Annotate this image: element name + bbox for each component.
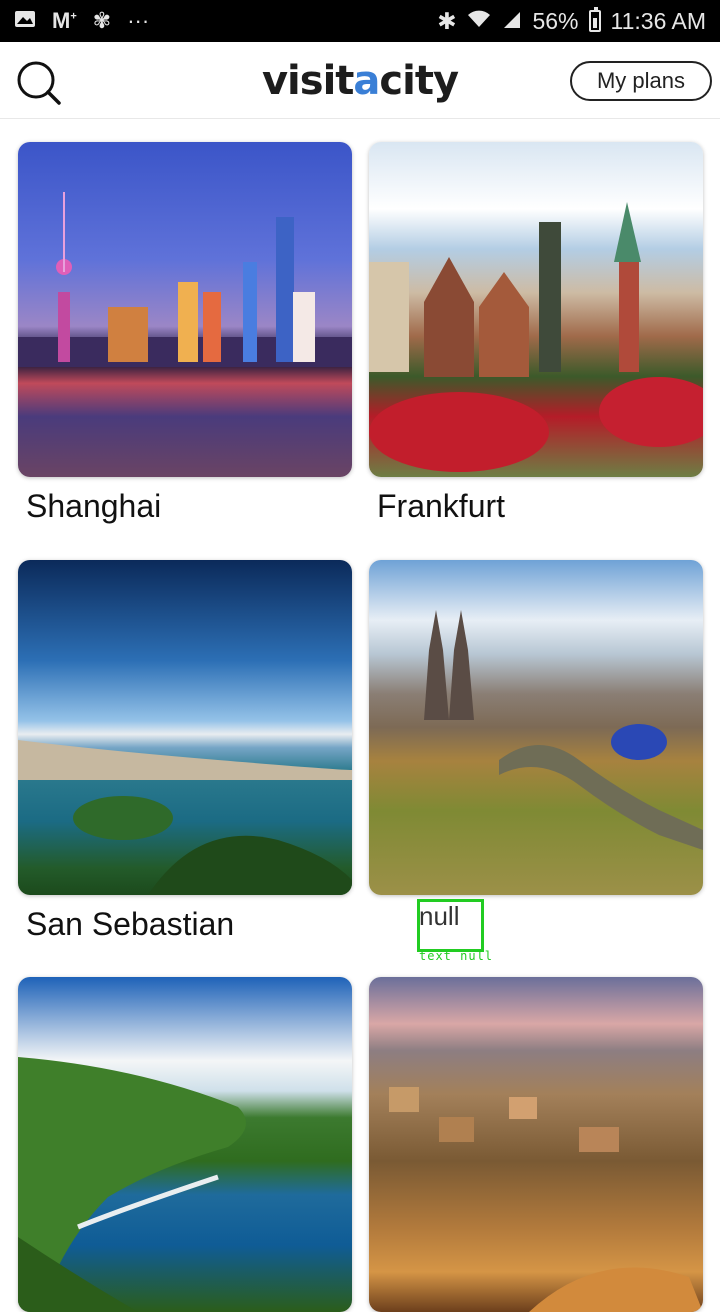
bluetooth-icon: ✱ — [437, 7, 457, 34]
city-image — [369, 560, 703, 895]
fan-icon: ✾ — [92, 8, 112, 33]
city-image — [18, 560, 352, 895]
city-card-cologne[interactable] — [369, 560, 703, 895]
city-name: Frankfurt — [377, 488, 506, 524]
debug-label: text null — [419, 949, 494, 963]
more-icon: ··· — [127, 8, 150, 33]
city-card-amman[interactable] — [369, 977, 703, 1312]
battery-percent: 56% — [532, 7, 579, 34]
my-plans-button[interactable]: My plans — [570, 61, 712, 101]
app-bar: visitacity My plans — [0, 42, 720, 119]
debug-bounding-box — [417, 899, 484, 952]
city-name: Shanghai — [26, 488, 162, 524]
city-card-hawaii[interactable] — [18, 977, 352, 1312]
city-image — [369, 142, 703, 477]
city-image — [18, 977, 352, 1312]
signal-icon — [502, 9, 522, 33]
city-image — [369, 977, 703, 1312]
city-image — [18, 142, 352, 477]
battery-icon — [588, 7, 601, 32]
image-icon — [14, 9, 36, 33]
status-bar: M+ ✾ ··· ✱ 56% 11:36 AM — [0, 0, 720, 42]
city-card-san-sebastian[interactable]: San Sebastian — [18, 560, 352, 942]
city-card-shanghai[interactable]: Shanghai — [18, 142, 352, 524]
wifi-icon — [466, 9, 492, 33]
gmail-icon: M+ — [52, 8, 77, 33]
city-name: San Sebastian — [26, 906, 235, 942]
city-card-frankfurt[interactable]: Frankfurt — [369, 142, 703, 524]
clock: 11:36 AM — [610, 7, 706, 34]
